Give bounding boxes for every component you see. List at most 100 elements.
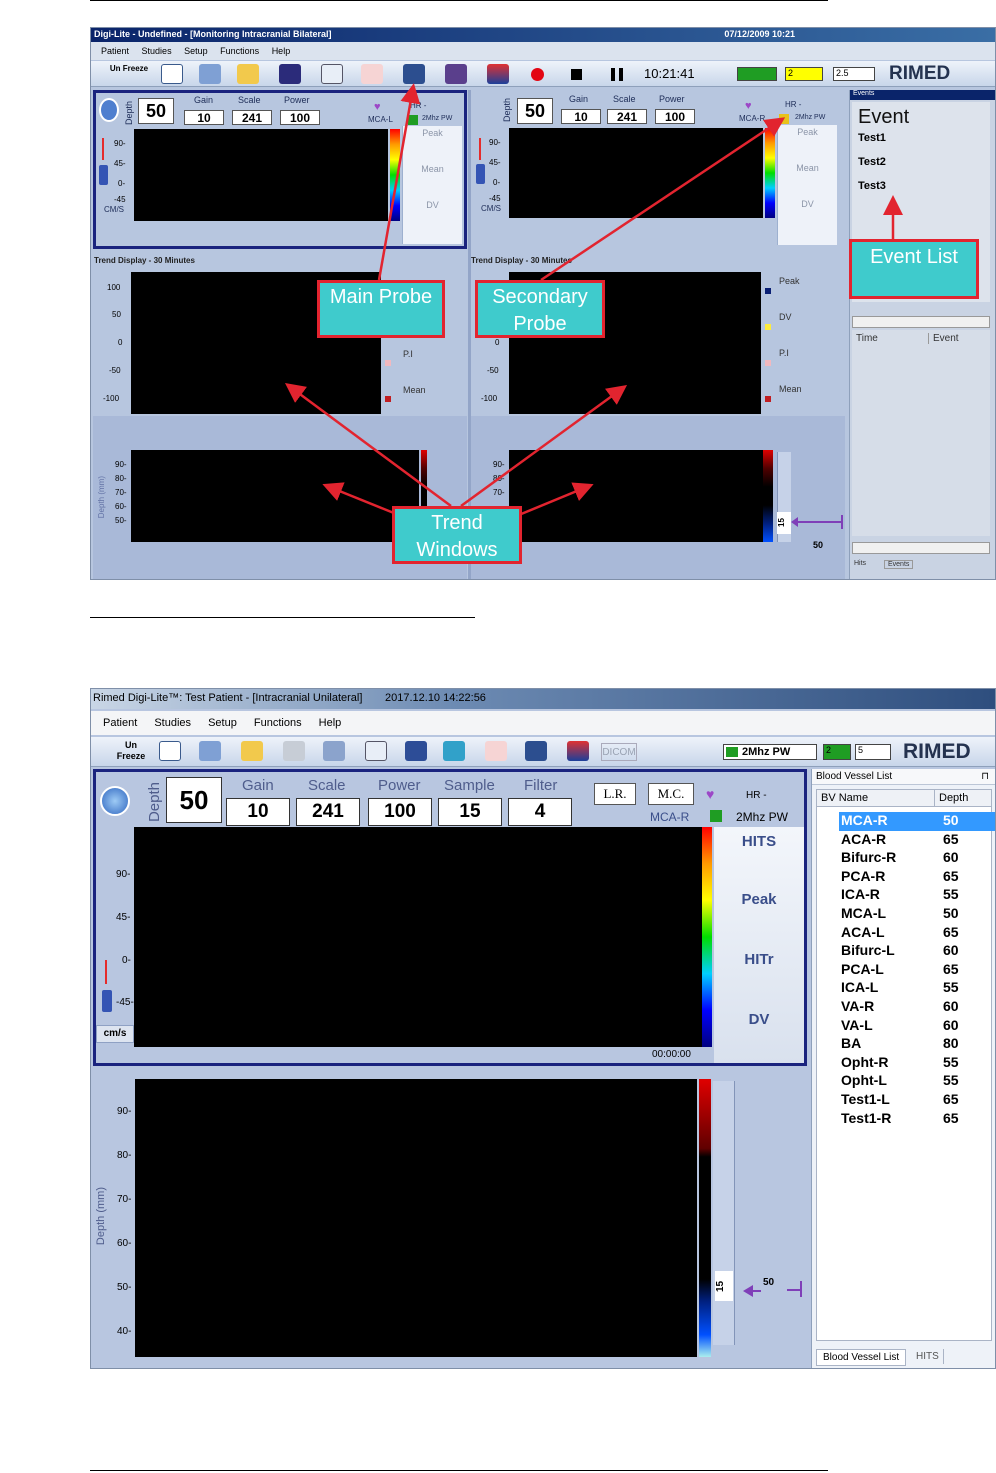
report-icon[interactable] bbox=[321, 64, 343, 84]
probe-icon-2[interactable] bbox=[485, 741, 507, 761]
bv-row[interactable]: PCA-L 65 bbox=[839, 961, 995, 980]
bv-row[interactable]: Test1-L 65 bbox=[839, 1091, 995, 1110]
unfreeze-button-2[interactable]: Un Freeze bbox=[113, 740, 149, 762]
spectrum-icon[interactable] bbox=[403, 64, 425, 84]
open-folder-icon-2[interactable] bbox=[241, 741, 263, 761]
unfreeze-button[interactable]: Un Freeze bbox=[109, 64, 149, 73]
menu2-patient[interactable]: Patient bbox=[103, 717, 137, 729]
bv-row[interactable]: Opht-R 55 bbox=[839, 1054, 995, 1073]
depth-pointer-end-2[interactable] bbox=[787, 1289, 801, 1291]
mc-button[interactable]: M.C. bbox=[648, 783, 694, 805]
menu-setup[interactable]: Setup bbox=[184, 46, 208, 56]
bv-row[interactable]: VA-L 60 bbox=[839, 1017, 995, 1036]
menu2-functions[interactable]: Functions bbox=[254, 717, 302, 729]
grid-icon-2[interactable] bbox=[323, 741, 345, 761]
bv-row[interactable]: MCA-R 50 bbox=[839, 812, 995, 831]
col-event[interactable]: Event bbox=[928, 333, 959, 344]
event-item-test2[interactable]: Test2 bbox=[858, 156, 886, 168]
bv-col-name[interactable]: BV Name bbox=[817, 790, 935, 807]
depth-value[interactable]: 50 bbox=[138, 98, 174, 124]
combo-b[interactable]: 2.5 bbox=[833, 67, 875, 81]
bv-row[interactable]: ICA-L 55 bbox=[839, 979, 995, 998]
bv-row[interactable]: ICA-R 55 bbox=[839, 886, 995, 905]
power-value-2b[interactable]: 100 bbox=[368, 798, 432, 826]
tab-hits[interactable]: Hits bbox=[854, 560, 866, 567]
side-mean-2[interactable]: Mean bbox=[778, 163, 837, 173]
scale-value-2[interactable]: 241 bbox=[607, 109, 647, 124]
depth-value-2[interactable]: 50 bbox=[517, 98, 553, 124]
print-icon[interactable] bbox=[283, 741, 305, 761]
side-dv-2[interactable]: DV bbox=[778, 199, 837, 209]
menu-help[interactable]: Help bbox=[272, 46, 291, 56]
layout-icon-2[interactable] bbox=[567, 741, 589, 761]
menu-functions[interactable]: Functions bbox=[220, 46, 259, 56]
bv-row[interactable]: MCA-L 50 bbox=[839, 905, 995, 924]
menu2-studies[interactable]: Studies bbox=[154, 717, 191, 729]
pause-icon[interactable] bbox=[611, 68, 623, 81]
probe-icon-main[interactable] bbox=[99, 98, 119, 122]
side-dv[interactable]: DV bbox=[403, 200, 462, 210]
sample-value[interactable]: 15 bbox=[438, 798, 502, 826]
bv-row[interactable]: BA 80 bbox=[839, 1035, 995, 1054]
combo-a-2[interactable]: 2 bbox=[823, 744, 851, 760]
bv-row[interactable]: ACA-L 65 bbox=[839, 924, 995, 943]
col-time[interactable]: Time bbox=[856, 333, 878, 344]
combo-b-2[interactable]: 5 bbox=[855, 744, 891, 760]
power-value-2[interactable]: 100 bbox=[655, 109, 695, 124]
filter-value[interactable]: 4 bbox=[508, 798, 572, 826]
dicom-button[interactable]: DICOM bbox=[601, 743, 637, 761]
probe-icon[interactable] bbox=[361, 64, 383, 84]
notepad-icon[interactable] bbox=[161, 64, 183, 84]
side-peak[interactable]: Peak bbox=[403, 128, 462, 138]
bv-row[interactable]: PCA-R 65 bbox=[839, 868, 995, 887]
power-value[interactable]: 100 bbox=[280, 110, 320, 125]
stop-icon[interactable] bbox=[571, 69, 582, 80]
menu2-help[interactable]: Help bbox=[319, 717, 342, 729]
side-peak-2[interactable]: Peak bbox=[778, 127, 837, 137]
bars-icon[interactable] bbox=[405, 741, 427, 761]
tab-events[interactable]: Events bbox=[884, 560, 914, 569]
bv-row[interactable]: Opht-L 55 bbox=[839, 1072, 995, 1091]
side-mean[interactable]: Mean bbox=[403, 164, 462, 174]
bv-row[interactable]: Bifurc-R 60 bbox=[839, 849, 995, 868]
events-scrollbar-top[interactable] bbox=[852, 316, 990, 328]
scale-value-2b[interactable]: 241 bbox=[296, 798, 360, 826]
export-icon[interactable] bbox=[443, 741, 465, 761]
freq-combo[interactable]: 2Mhz PW bbox=[723, 744, 817, 760]
gain-value-2[interactable]: 10 bbox=[561, 109, 601, 124]
patient-icon[interactable] bbox=[199, 64, 221, 84]
patient-icon-2[interactable] bbox=[199, 741, 221, 761]
bv-row[interactable]: VA-R 60 bbox=[839, 998, 995, 1017]
event-item-test3[interactable]: Test3 bbox=[858, 180, 886, 192]
gain-value[interactable]: 10 bbox=[184, 110, 224, 125]
grid-icon[interactable] bbox=[279, 64, 301, 84]
menu-patient[interactable]: Patient bbox=[101, 46, 129, 56]
event-item-test1[interactable]: Test1 bbox=[858, 132, 886, 144]
bv-row[interactable]: ACA-R 65 bbox=[839, 831, 995, 850]
notepad-icon-2[interactable] bbox=[159, 741, 181, 761]
bv-row[interactable]: Bifurc-L 60 bbox=[839, 942, 995, 961]
spectrum-icon-2[interactable] bbox=[525, 741, 547, 761]
menu-studies[interactable]: Studies bbox=[142, 46, 172, 56]
trend-icon[interactable] bbox=[445, 64, 467, 84]
open-folder-icon[interactable] bbox=[237, 64, 259, 84]
report-icon-2[interactable] bbox=[365, 741, 387, 761]
side2-hitr[interactable]: HITr bbox=[714, 951, 804, 968]
events-scrollbar-bottom[interactable] bbox=[852, 542, 990, 554]
bv-col-depth[interactable]: Depth bbox=[935, 790, 991, 807]
side2-dv[interactable]: DV bbox=[714, 1011, 804, 1028]
bv-row[interactable]: Test1-R 65 bbox=[839, 1110, 995, 1129]
record-icon[interactable] bbox=[531, 68, 544, 81]
menu2-setup[interactable]: Setup bbox=[208, 717, 237, 729]
bv-tab-hits[interactable]: HITS bbox=[912, 1349, 944, 1364]
bv-tab-list[interactable]: Blood Vessel List bbox=[816, 1349, 907, 1366]
depth-value-2b[interactable]: 50 bbox=[166, 777, 222, 823]
probe-icon-circle[interactable] bbox=[100, 786, 130, 816]
depth-marker-2[interactable]: 15 bbox=[715, 1271, 733, 1301]
scale-value[interactable]: 241 bbox=[232, 110, 272, 125]
side2-peak[interactable]: Peak bbox=[714, 891, 804, 908]
gain-value-2b[interactable]: 10 bbox=[226, 798, 290, 826]
depth-pointer-arrow[interactable] bbox=[795, 521, 843, 523]
color-select[interactable] bbox=[737, 67, 777, 81]
combo-a[interactable]: 2 bbox=[785, 67, 823, 81]
